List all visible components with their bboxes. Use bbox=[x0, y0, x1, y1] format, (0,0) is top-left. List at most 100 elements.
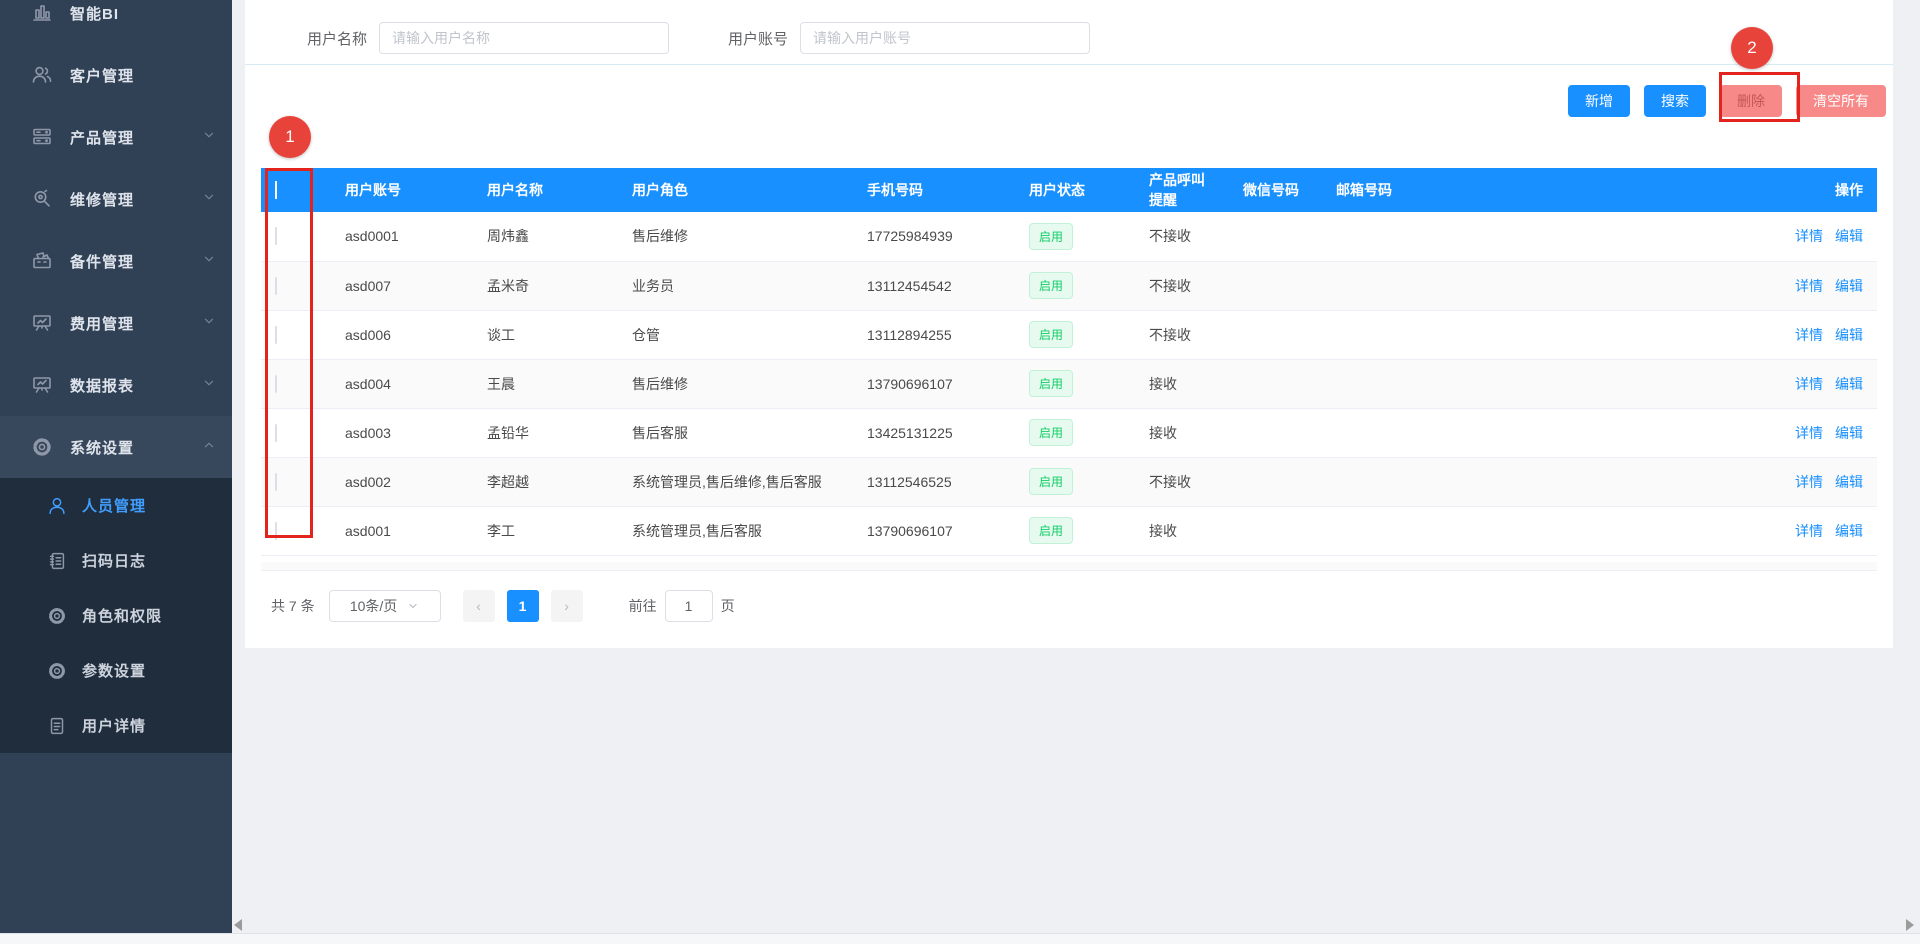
cell-product-call: 不接收 bbox=[1135, 212, 1229, 261]
current-page-button[interactable]: 1 bbox=[507, 590, 539, 622]
detail-link[interactable]: 详情 bbox=[1795, 228, 1823, 244]
next-page-button[interactable]: › bbox=[551, 590, 583, 622]
sidebar-item-parameters[interactable]: 参数设置 bbox=[0, 643, 232, 698]
cell-product-call: 接收 bbox=[1135, 359, 1229, 408]
delete-button[interactable]: 删除 bbox=[1720, 85, 1782, 117]
cell-email bbox=[1322, 408, 1757, 457]
sidebar-item-personnel[interactable]: 人员管理 bbox=[0, 478, 232, 533]
prev-page-button[interactable]: ‹ bbox=[463, 590, 495, 622]
cell-product-call: 不接收 bbox=[1135, 310, 1229, 359]
chevron-down-icon bbox=[202, 252, 216, 271]
document-icon bbox=[46, 715, 68, 737]
sidebar-item-smart-bi[interactable]: 智能BI bbox=[0, 0, 232, 44]
cell-name: 孟米奇 bbox=[473, 261, 618, 310]
gear-icon bbox=[46, 605, 68, 627]
sidebar-item-customers[interactable]: 客户管理 bbox=[0, 44, 232, 106]
pagination: 共 7 条 10条/页 ‹ 1 › 前往 页 bbox=[261, 590, 735, 622]
cell-account: asd002 bbox=[331, 457, 473, 506]
cell-email bbox=[1322, 310, 1757, 359]
sidebar-item-scan-log[interactable]: 扫码日志 bbox=[0, 533, 232, 588]
cell-role: 售后维修 bbox=[618, 359, 853, 408]
scroll-right-arrow-icon[interactable] bbox=[1906, 919, 1914, 931]
user-name-input[interactable] bbox=[379, 22, 669, 54]
detail-link[interactable]: 详情 bbox=[1795, 376, 1823, 392]
table-row: asd001 李工 系统管理员,售后客服 13790696107 启用 接收 详… bbox=[261, 506, 1877, 555]
sidebar-item-products[interactable]: 产品管理 bbox=[0, 106, 232, 168]
add-button[interactable]: 新增 bbox=[1568, 85, 1630, 117]
row-checkbox[interactable] bbox=[275, 227, 277, 245]
edit-link[interactable]: 编辑 bbox=[1835, 523, 1863, 539]
select-all-checkbox[interactable] bbox=[275, 181, 277, 199]
sidebar-item-expense[interactable]: 费用管理 bbox=[0, 292, 232, 354]
row-checkbox[interactable] bbox=[275, 326, 277, 344]
sidebar-item-spare-parts[interactable]: 备件管理 bbox=[0, 230, 232, 292]
edit-link[interactable]: 编辑 bbox=[1835, 327, 1863, 343]
row-checkbox[interactable] bbox=[275, 277, 277, 295]
cell-name: 谈工 bbox=[473, 310, 618, 359]
sidebar-item-label: 系统设置 bbox=[70, 437, 202, 458]
spare-parts-icon bbox=[30, 249, 54, 273]
cell-actions: 详情编辑 bbox=[1757, 261, 1877, 310]
edit-link[interactable]: 编辑 bbox=[1835, 376, 1863, 392]
cell-wechat bbox=[1229, 212, 1322, 261]
chevron-down-icon bbox=[202, 190, 216, 209]
cell-status: 启用 bbox=[1015, 212, 1135, 261]
edit-link[interactable]: 编辑 bbox=[1835, 425, 1863, 441]
cell-status: 启用 bbox=[1015, 506, 1135, 555]
detail-link[interactable]: 详情 bbox=[1795, 327, 1823, 343]
sidebar-item-label: 产品管理 bbox=[70, 127, 202, 148]
row-checkbox[interactable] bbox=[275, 473, 277, 491]
sidebar-item-system-settings[interactable]: 系统设置 bbox=[0, 416, 232, 478]
cell-email bbox=[1322, 261, 1757, 310]
row-checkbox[interactable] bbox=[275, 522, 277, 540]
clear-all-button[interactable]: 清空所有 bbox=[1796, 85, 1886, 117]
row-checkbox[interactable] bbox=[275, 424, 277, 442]
detail-link[interactable]: 详情 bbox=[1795, 278, 1823, 294]
detail-link[interactable]: 详情 bbox=[1795, 474, 1823, 490]
cell-name: 孟铅华 bbox=[473, 408, 618, 457]
edit-link[interactable]: 编辑 bbox=[1835, 278, 1863, 294]
scroll-left-arrow-icon[interactable] bbox=[234, 919, 242, 931]
cell-account: asd0001 bbox=[331, 212, 473, 261]
bar-chart-icon bbox=[30, 1, 54, 25]
sidebar-menu: 智能BI 客户管理 产品管理 维修管理 备件管理 bbox=[0, 0, 232, 753]
page-suffix-label: 页 bbox=[721, 596, 735, 616]
table-row: asd004 王晨 售后维修 13790696107 启用 接收 详情编辑 bbox=[261, 359, 1877, 408]
search-button[interactable]: 搜索 bbox=[1644, 85, 1706, 117]
goto-page-input[interactable] bbox=[665, 590, 713, 622]
header-role: 用户角色 bbox=[618, 168, 853, 212]
chevron-down-icon bbox=[202, 128, 216, 147]
detail-link[interactable]: 详情 bbox=[1795, 425, 1823, 441]
detail-link[interactable]: 详情 bbox=[1795, 523, 1823, 539]
expense-icon bbox=[30, 311, 54, 335]
edit-link[interactable]: 编辑 bbox=[1835, 228, 1863, 244]
sidebar-item-label: 备件管理 bbox=[70, 251, 202, 272]
gear-icon bbox=[30, 435, 54, 459]
chevron-down-icon bbox=[202, 314, 216, 333]
cell-name: 李超越 bbox=[473, 457, 618, 506]
notebook-icon bbox=[46, 550, 68, 572]
header-account: 用户账号 bbox=[331, 168, 473, 212]
repair-icon bbox=[30, 187, 54, 211]
page-size-select[interactable]: 10条/页 bbox=[329, 590, 441, 622]
users-table: 用户账号 用户名称 用户角色 手机号码 用户状态 产品呼叫提醒 微信号码 邮箱号… bbox=[261, 168, 1877, 556]
sidebar-item-reports[interactable]: 数据报表 bbox=[0, 354, 232, 416]
user-account-input[interactable] bbox=[800, 22, 1090, 54]
header-actions: 操作 bbox=[1757, 168, 1877, 212]
status-badge: 启用 bbox=[1029, 419, 1073, 446]
sidebar-item-roles-permissions[interactable]: 角色和权限 bbox=[0, 588, 232, 643]
edit-link[interactable]: 编辑 bbox=[1835, 474, 1863, 490]
row-select-cell bbox=[261, 457, 331, 506]
report-icon bbox=[30, 373, 54, 397]
cell-phone: 13790696107 bbox=[853, 359, 1015, 408]
cell-email bbox=[1322, 506, 1757, 555]
status-badge: 启用 bbox=[1029, 223, 1073, 250]
cell-email bbox=[1322, 457, 1757, 506]
sidebar-item-label: 维修管理 bbox=[70, 189, 202, 210]
cell-account: asd007 bbox=[331, 261, 473, 310]
row-checkbox[interactable] bbox=[275, 375, 277, 393]
header-phone: 手机号码 bbox=[853, 168, 1015, 212]
sidebar-item-user-details[interactable]: 用户详情 bbox=[0, 698, 232, 753]
sidebar-item-repair[interactable]: 维修管理 bbox=[0, 168, 232, 230]
hscrollbar-track[interactable] bbox=[0, 934, 1920, 944]
